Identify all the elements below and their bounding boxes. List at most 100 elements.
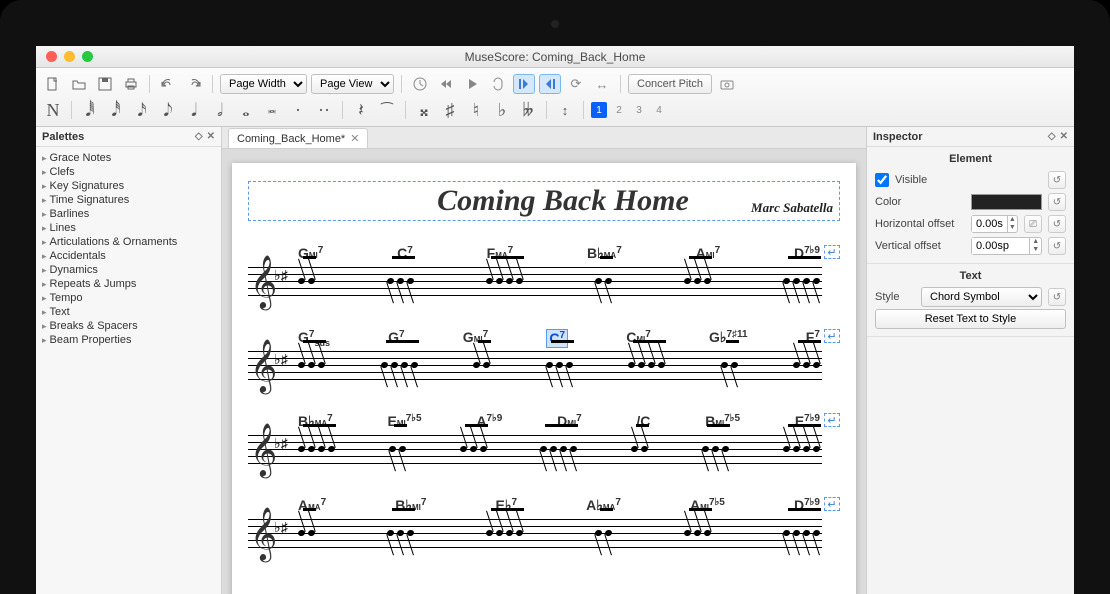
- note-head[interactable]: [802, 361, 811, 369]
- palette-item[interactable]: ▸Dynamics: [38, 263, 219, 277]
- note-head[interactable]: [730, 361, 739, 369]
- sharp-button[interactable]: ♯: [439, 100, 461, 120]
- note-group[interactable]: [595, 530, 612, 536]
- chord-symbol[interactable]: E7♭9: [795, 413, 820, 430]
- play-button[interactable]: [461, 74, 483, 94]
- note-head[interactable]: [505, 529, 514, 537]
- note-group[interactable]: [702, 446, 729, 452]
- save-button[interactable]: [94, 74, 116, 94]
- voice-1-button[interactable]: 1: [591, 102, 607, 118]
- chord-symbol[interactable]: Ama7: [298, 497, 326, 514]
- duration-quarter-button[interactable]: 𝅘𝅥: [183, 100, 205, 120]
- key-signature[interactable]: ♭♯: [274, 435, 288, 452]
- note-group[interactable]: [631, 446, 648, 452]
- color-swatch[interactable]: [971, 194, 1042, 210]
- duration-dot-button[interactable]: ·: [287, 100, 309, 120]
- palettes-close-icon[interactable]: ✕: [207, 131, 215, 142]
- voffset-spinbox[interactable]: ▲▼: [971, 237, 1042, 255]
- note-group[interactable]: [783, 446, 820, 452]
- note-group[interactable]: [793, 362, 820, 368]
- duration-8th-button[interactable]: 𝅘𝅥𝅮: [157, 100, 179, 120]
- duration-64th-button[interactable]: 𝅘𝅥𝅱: [79, 100, 101, 120]
- note-head[interactable]: [406, 277, 415, 285]
- note-head[interactable]: [720, 361, 729, 369]
- double-sharp-button[interactable]: 𝄪: [413, 100, 435, 120]
- note-group[interactable]: [783, 530, 820, 536]
- note-group[interactable]: [387, 278, 414, 284]
- note-head[interactable]: [386, 277, 395, 285]
- note-head[interactable]: [380, 361, 389, 369]
- note-group[interactable]: [298, 278, 315, 284]
- note-head[interactable]: [637, 361, 646, 369]
- open-file-button[interactable]: [68, 74, 90, 94]
- pan-button[interactable]: ↔: [591, 74, 613, 94]
- inspector-undock-icon[interactable]: ◇: [1048, 131, 1056, 142]
- double-flat-button[interactable]: 𝄫: [517, 100, 539, 120]
- note-head[interactable]: [398, 445, 407, 453]
- reset-voffset-button[interactable]: ↺: [1048, 237, 1066, 255]
- key-signature[interactable]: ♭♯: [274, 267, 288, 284]
- system-break-icon[interactable]: ↵: [824, 497, 840, 511]
- note-head[interactable]: [515, 277, 524, 285]
- zoom-select[interactable]: Page Width: [220, 74, 307, 94]
- note-head[interactable]: [505, 277, 514, 285]
- note-head[interactable]: [400, 361, 409, 369]
- note-group[interactable]: [298, 446, 335, 452]
- note-group[interactable]: [540, 446, 577, 452]
- note-head[interactable]: [657, 361, 666, 369]
- note-head[interactable]: [641, 445, 650, 453]
- note-head[interactable]: [297, 445, 306, 453]
- note-head[interactable]: [792, 529, 801, 537]
- palette-item[interactable]: ▸Key Signatures: [38, 179, 219, 193]
- key-signature[interactable]: ♭♯: [274, 351, 288, 368]
- note-head[interactable]: [782, 277, 791, 285]
- note-group[interactable]: [460, 446, 487, 452]
- note-head[interactable]: [307, 445, 316, 453]
- note-head[interactable]: [550, 445, 559, 453]
- duration-32nd-button[interactable]: 𝅘𝅥𝅰: [105, 100, 127, 120]
- reset-hoffset-button[interactable]: ↺: [1048, 215, 1066, 233]
- note-head[interactable]: [701, 445, 710, 453]
- note-group[interactable]: [721, 362, 738, 368]
- note-head[interactable]: [386, 529, 395, 537]
- note-head[interactable]: [495, 529, 504, 537]
- loop-button[interactable]: [487, 74, 509, 94]
- reset-text-to-style-button[interactable]: Reset Text to Style: [875, 309, 1066, 329]
- reset-color-button[interactable]: ↺: [1048, 193, 1066, 211]
- note-head[interactable]: [307, 277, 316, 285]
- note-head[interactable]: [307, 529, 316, 537]
- hoffset-spinbox[interactable]: ▲▼: [971, 215, 1018, 233]
- note-head[interactable]: [721, 445, 730, 453]
- note-head[interactable]: [812, 529, 821, 537]
- note-head[interactable]: [555, 361, 564, 369]
- note-head[interactable]: [410, 361, 419, 369]
- note-group[interactable]: [628, 362, 665, 368]
- note-head[interactable]: [693, 277, 702, 285]
- chord-symbol[interactable]: Dmi7: [557, 413, 582, 430]
- note-head[interactable]: [792, 445, 801, 453]
- note-head[interactable]: [570, 445, 579, 453]
- visible-checkbox[interactable]: [875, 173, 889, 187]
- new-file-button[interactable]: [42, 74, 64, 94]
- note-head[interactable]: [396, 529, 405, 537]
- note-head[interactable]: [327, 445, 336, 453]
- note-group[interactable]: [387, 530, 414, 536]
- note-head[interactable]: [703, 529, 712, 537]
- palette-item[interactable]: ▸Text: [38, 305, 219, 319]
- duration-half-button[interactable]: 𝅗𝅥: [209, 100, 231, 120]
- flat-button[interactable]: ♭: [491, 100, 513, 120]
- palette-item[interactable]: ▸Time Signatures: [38, 193, 219, 207]
- chord-symbol[interactable]: Bmi7♭5: [705, 413, 740, 430]
- duration-double-dot-button[interactable]: ··: [313, 100, 335, 120]
- note-group[interactable]: [389, 446, 406, 452]
- note-head[interactable]: [495, 277, 504, 285]
- note-head[interactable]: [565, 361, 574, 369]
- note-head[interactable]: [631, 445, 640, 453]
- natural-button[interactable]: ♮: [465, 100, 487, 120]
- note-head[interactable]: [406, 529, 415, 537]
- note-group[interactable]: [298, 362, 325, 368]
- note-head[interactable]: [317, 445, 326, 453]
- note-group[interactable]: [298, 530, 315, 536]
- note-head[interactable]: [307, 361, 316, 369]
- title-frame[interactable]: Coming Back Home Marc Sabatella: [248, 181, 840, 221]
